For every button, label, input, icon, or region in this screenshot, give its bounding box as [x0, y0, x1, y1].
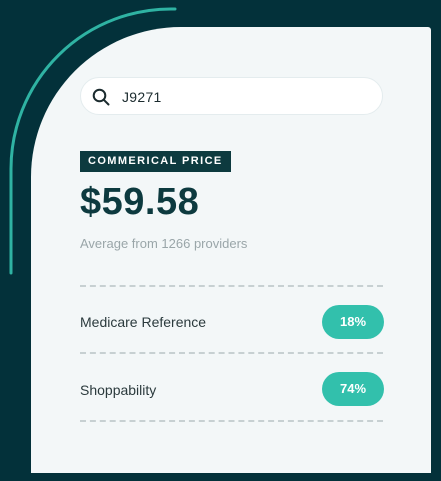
price-card: J9271 COMMERICAL PRICE $59.58 Average fr…: [31, 27, 431, 473]
price-value: $59.58: [80, 181, 200, 223]
price-subtext: Average from 1266 providers: [80, 236, 248, 251]
price-type-badge: COMMERICAL PRICE: [80, 151, 231, 172]
divider: [80, 420, 383, 422]
search-icon: [92, 88, 110, 106]
metric-label-medicare-reference: Medicare Reference: [80, 314, 207, 330]
metric-value-medicare-reference: 18%: [322, 305, 384, 339]
divider: [80, 352, 383, 354]
metric-value-shoppability: 74%: [322, 372, 384, 406]
search-input[interactable]: J9271: [122, 88, 162, 106]
search-bar[interactable]: J9271: [80, 77, 383, 115]
metric-label-shoppability: Shoppability: [80, 382, 157, 398]
page: { "search": { "query": "J9271", "icon": …: [0, 0, 441, 481]
divider: [80, 285, 383, 287]
